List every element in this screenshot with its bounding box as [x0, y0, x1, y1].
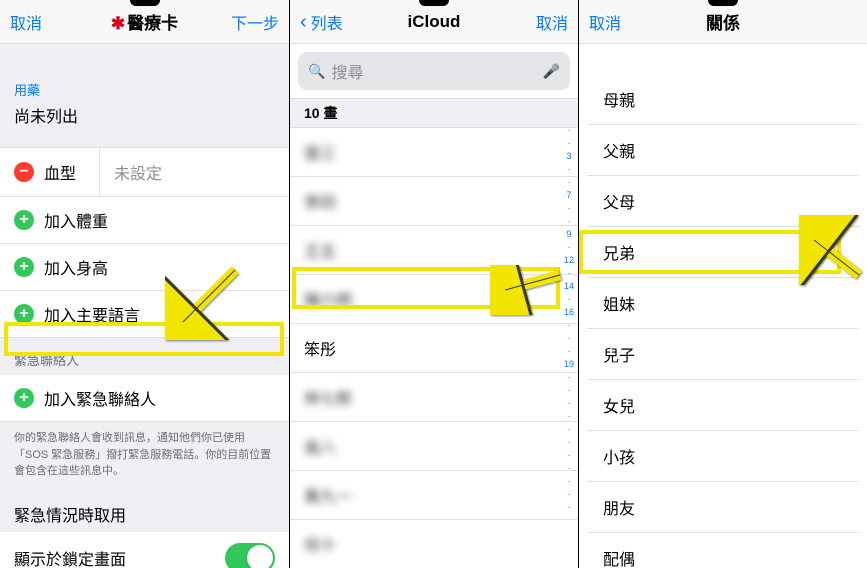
alpha-index[interactable]: ··3··7··9·12·14·16···19··········· [562, 80, 576, 558]
show-on-lock-toggle[interactable] [225, 543, 275, 568]
emergency-access-header: 緊急情況時取用 [0, 488, 289, 532]
contact-row[interactable]: 王五 [290, 226, 578, 275]
nav-title: 關係 [706, 9, 740, 34]
contacts-panel: ‹列表 iCloud 取消 🔍 搜尋 🎤 10 畫 張三李四王五陳六明笨彤林七郎… [289, 0, 578, 568]
relationship-row[interactable]: 兄弟 [587, 227, 859, 278]
blood-type-row[interactable]: − 血型 未設定 [0, 147, 289, 197]
back-button[interactable]: ‹列表 [300, 10, 343, 34]
show-on-lock-row: 顯示於鎖定畫面 [0, 532, 289, 568]
relationship-row[interactable]: 小孩 [587, 431, 859, 482]
contact-row[interactable]: 笨彤 [290, 324, 578, 373]
add-weight-row[interactable]: + 加入體重 [0, 197, 289, 244]
relationship-panel: 取消 關係 母親父親父母兄弟姐妹兒子女兒小孩朋友配偶伴侶助理 [578, 0, 867, 568]
emergency-note: 你的緊急聯絡人會收到訊息，通知他們你已使用「SOS 緊急服務」撥打緊急服務電話。… [0, 422, 289, 488]
relationship-row[interactable]: 母親 [587, 74, 859, 125]
blood-type-label: 血型 [44, 160, 76, 184]
cancel-button[interactable]: 取消 [589, 10, 621, 34]
meds-value[interactable]: 尚未列出 [0, 101, 289, 137]
relationship-row[interactable]: 配偶 [587, 533, 859, 568]
contact-row[interactable]: 黃九一 [290, 471, 578, 520]
device-notch [419, 0, 449, 6]
relationship-row[interactable]: 姐妹 [587, 278, 859, 329]
device-notch [708, 0, 738, 6]
relationship-row[interactable]: 父親 [587, 125, 859, 176]
search-input[interactable]: 🔍 搜尋 🎤 [298, 52, 570, 90]
mic-icon[interactable]: 🎤 [543, 63, 560, 80]
cancel-button[interactable]: 取消 [10, 10, 42, 34]
meds-label: 用藥 [0, 70, 289, 101]
medical-id-panel: 取消 ✱醫療卡 下一步 用藥 尚未列出 − 血型 未設定 + 加入體重 + 加入… [0, 0, 289, 568]
contact-row[interactable]: 吳八 [290, 422, 578, 471]
contact-row[interactable]: 李四 [290, 177, 578, 226]
relationship-row[interactable]: 兒子 [587, 329, 859, 380]
contact-row[interactable]: 張三 [290, 128, 578, 177]
device-notch [130, 0, 160, 6]
relationship-row[interactable]: 父母 [587, 176, 859, 227]
search-placeholder: 搜尋 [331, 59, 542, 83]
contact-row[interactable]: 何十 [290, 520, 578, 568]
contact-row[interactable]: 陳六明 [290, 275, 578, 324]
navbar-relationship: 取消 關係 [579, 0, 867, 44]
search-icon: 🔍 [308, 63, 325, 80]
blood-type-value[interactable]: 未設定 [100, 148, 289, 196]
nav-title: iCloud [408, 12, 461, 32]
relationship-list: 母親父親父母兄弟姐妹兒子女兒小孩朋友配偶伴侶助理 [587, 74, 859, 568]
plus-icon: + [14, 210, 34, 230]
nav-title: ✱醫療卡 [111, 9, 178, 34]
minus-icon[interactable]: − [14, 162, 34, 182]
plus-icon: + [14, 257, 34, 277]
navbar-medical: 取消 ✱醫療卡 下一步 [0, 0, 289, 44]
add-language-row[interactable]: + 加入主要語言 [0, 291, 289, 338]
show-on-lock-label: 顯示於鎖定畫面 [14, 546, 126, 568]
navbar-contacts: ‹列表 iCloud 取消 [290, 0, 578, 44]
contacts-group-header: 10 畫 [290, 98, 578, 128]
relationship-row[interactable]: 女兒 [587, 380, 859, 431]
add-emergency-contact-row[interactable]: + 加入緊急聯絡人 [0, 375, 289, 422]
add-height-row[interactable]: + 加入身高 [0, 244, 289, 291]
next-button[interactable]: 下一步 [231, 10, 279, 34]
contacts-list: 張三李四王五陳六明笨彤林七郎吳八黃九一何十劉十一 [290, 128, 578, 568]
plus-icon: + [14, 304, 34, 324]
plus-icon: + [14, 388, 34, 408]
emergency-contacts-header: 緊急聯絡人 [0, 338, 289, 375]
contact-row[interactable]: 林七郎 [290, 373, 578, 422]
relationship-row[interactable]: 朋友 [587, 482, 859, 533]
cancel-button[interactable]: 取消 [536, 10, 568, 34]
